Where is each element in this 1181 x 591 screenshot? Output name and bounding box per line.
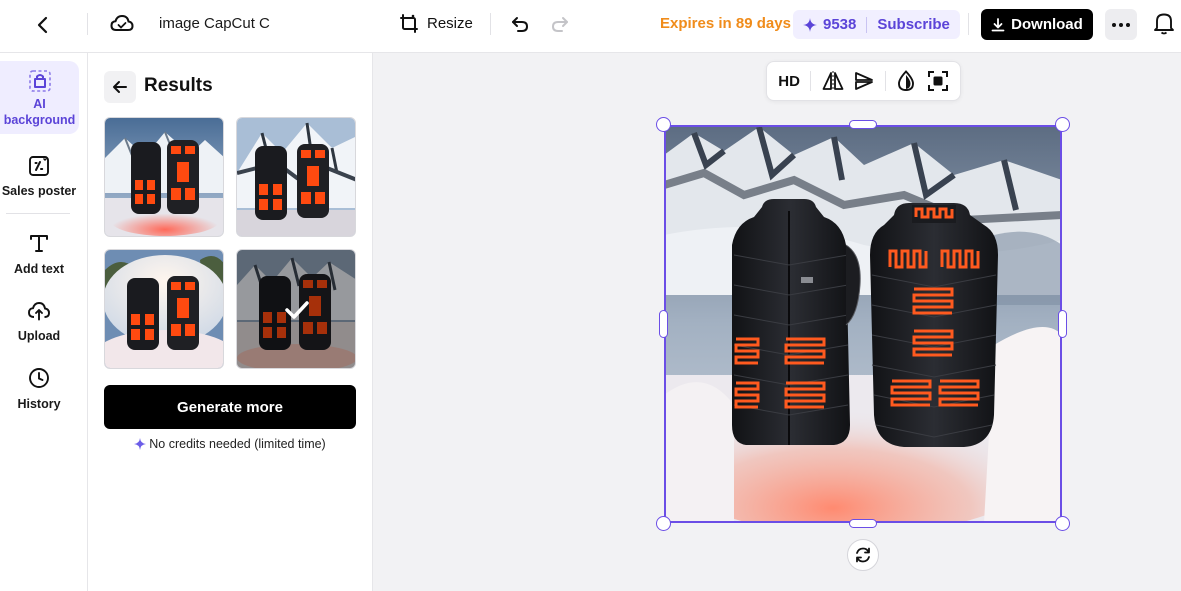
result-thumbnail-selected[interactable] — [236, 249, 356, 369]
editor-canvas[interactable]: HD — [373, 53, 1181, 591]
result-thumbnail[interactable] — [104, 117, 224, 237]
results-panel: Results Generate more No credits needed … — [88, 53, 373, 591]
result-thumbnail[interactable] — [236, 117, 356, 237]
subscribe-link[interactable]: Subscribe — [877, 16, 950, 33]
credits-note-text: No credits needed (limited time) — [149, 437, 326, 451]
resize-handle-bottom-right[interactable] — [1055, 516, 1070, 531]
rail-label: AI background — [3, 97, 76, 127]
opacity-drop-icon[interactable] — [896, 70, 916, 92]
resize-handle-top-right[interactable] — [1055, 117, 1070, 132]
document-title[interactable]: image CapCut C — [159, 15, 270, 32]
divider — [490, 13, 491, 35]
rail-item-upload[interactable]: Upload — [0, 300, 78, 344]
rotate-button[interactable] — [847, 539, 879, 571]
rail-item-add-text[interactable]: Add text — [0, 232, 78, 277]
hd-upscale-button[interactable]: HD — [778, 73, 800, 90]
download-icon — [991, 17, 1005, 31]
notifications-button[interactable] — [1153, 11, 1175, 35]
results-title: Results — [144, 75, 213, 96]
rail-label: Sales poster — [1, 184, 77, 198]
credits-note: No credits needed (limited time) — [104, 437, 356, 451]
download-label: Download — [1011, 16, 1083, 33]
flip-horizontal-icon[interactable] — [822, 71, 844, 91]
divider — [87, 13, 88, 35]
rail-item-history[interactable]: History — [0, 367, 78, 412]
redo-button[interactable] — [544, 8, 576, 40]
divider — [884, 71, 886, 91]
resize-handle-right[interactable] — [1058, 310, 1067, 338]
rail-label: Add text — [14, 262, 64, 276]
sparkle-icon — [134, 438, 147, 450]
download-button[interactable]: Download — [981, 9, 1093, 40]
rail-item-sales-poster[interactable]: Sales poster — [0, 155, 78, 199]
ai-background-icon — [28, 70, 51, 92]
sales-poster-icon — [29, 156, 49, 176]
top-bar: image CapCut C Resize Expires in 89 days… — [0, 0, 1181, 53]
left-tool-rail: AI background Sales poster Add text Uplo… — [0, 53, 88, 591]
floating-image-toolbar: HD — [766, 61, 961, 101]
result-image-snowy-slope — [237, 118, 355, 236]
result-image-mountain-red-glow — [105, 118, 223, 236]
divider — [6, 213, 70, 214]
focus-frame-icon[interactable] — [927, 70, 949, 92]
bell-icon — [1154, 13, 1174, 35]
heated-vests-mountain-image — [644, 125, 1064, 535]
rotate-icon — [856, 547, 870, 563]
sparkle-icon — [803, 17, 817, 32]
divider — [968, 13, 969, 35]
credits-count: 9538 — [823, 16, 857, 33]
resize-handle-bottom-left[interactable] — [656, 516, 671, 531]
generate-more-button[interactable]: Generate more — [104, 385, 356, 429]
result-image-mountain-snow — [237, 250, 355, 368]
flip-vertical-icon[interactable] — [854, 71, 874, 91]
product-image[interactable] — [644, 125, 1064, 535]
resize-handle-left[interactable] — [659, 310, 668, 338]
credits-subscribe-pill[interactable]: 9538 Subscribe — [793, 10, 960, 39]
result-image-snow-drift — [105, 250, 223, 368]
result-thumbnail[interactable] — [104, 249, 224, 369]
more-options-button[interactable] — [1105, 9, 1137, 40]
rail-label: History — [17, 397, 61, 411]
clock-icon — [29, 368, 49, 388]
resize-handle-top[interactable] — [849, 120, 877, 129]
trial-expiry-text: Expires in 89 days — [660, 15, 791, 32]
chevron-left-icon — [37, 16, 48, 34]
undo-icon — [512, 17, 529, 32]
divider — [866, 16, 868, 33]
redo-icon — [551, 17, 568, 32]
cloud-sync-button[interactable] — [106, 8, 138, 40]
rail-label: Upload — [17, 329, 61, 343]
cloud-icon — [110, 14, 134, 31]
undo-button[interactable] — [504, 8, 536, 40]
rail-item-ai-background[interactable]: AI background — [0, 61, 79, 134]
back-arrow-button[interactable] — [27, 9, 59, 41]
more-dots-icon — [1112, 22, 1130, 27]
resize-icon — [400, 14, 418, 33]
back-button[interactable] — [104, 71, 136, 103]
text-icon — [30, 235, 48, 252]
arrow-left-icon — [113, 81, 127, 93]
resize-handle-bottom[interactable] — [849, 519, 877, 528]
resize-button[interactable]: Resize — [399, 13, 473, 33]
resize-label: Resize — [427, 14, 473, 32]
upload-cloud-icon — [28, 302, 50, 321]
divider — [810, 71, 812, 91]
resize-handle-top-left[interactable] — [656, 117, 671, 132]
